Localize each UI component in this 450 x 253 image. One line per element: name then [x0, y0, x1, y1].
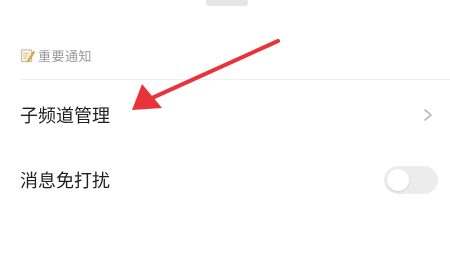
memo-icon	[20, 48, 35, 62]
subchannel-management-label: 子频道管理	[20, 106, 110, 127]
chevron-right-icon	[424, 109, 432, 121]
do-not-disturb-toggle[interactable]	[384, 166, 438, 194]
do-not-disturb-row: 消息免打扰	[0, 160, 450, 200]
toggle-knob	[387, 169, 409, 191]
do-not-disturb-label: 消息免打扰	[20, 171, 110, 192]
sheet-drag-handle[interactable]	[206, 0, 248, 6]
important-notice[interactable]: 重要通知	[20, 45, 92, 65]
subchannel-management-row[interactable]: 子频道管理	[0, 95, 450, 135]
notice-label: 重要通知	[38, 49, 93, 65]
section-divider	[20, 79, 450, 80]
